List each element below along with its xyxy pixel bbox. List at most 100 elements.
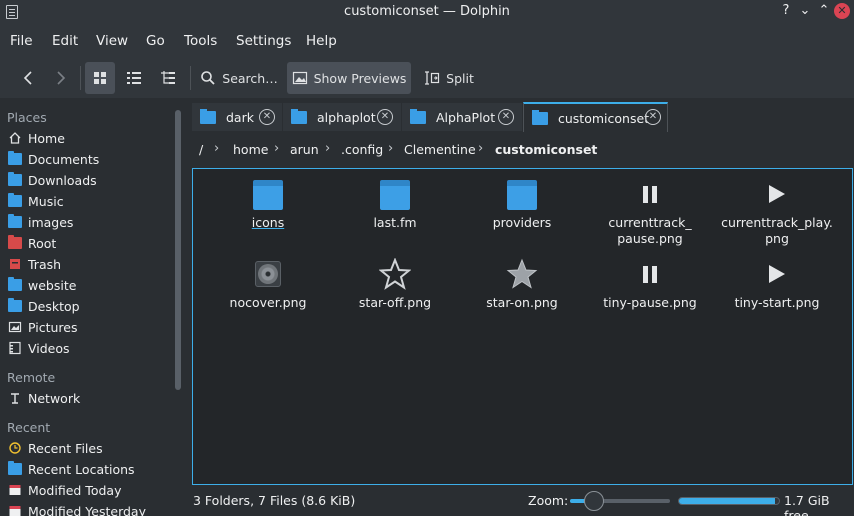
status-summary: 3 Folders, 7 Files (8.6 KiB)	[193, 493, 356, 508]
file-name: nocover.png	[229, 295, 307, 310]
sidebar-item-label: Pictures	[28, 319, 78, 335]
back-button[interactable]	[12, 62, 44, 94]
image-icon	[292, 71, 307, 85]
icons-view-button[interactable]	[85, 62, 115, 94]
folder-red-icon	[8, 235, 22, 250]
search-icon	[201, 71, 215, 85]
folder-icon	[8, 172, 22, 187]
close-tab-icon[interactable]: ✕	[259, 109, 275, 125]
breadcrumb-config[interactable]: .config	[341, 142, 383, 157]
help-button[interactable]: ?	[778, 3, 794, 19]
breadcrumb-current[interactable]: customiconset	[495, 142, 597, 157]
trash-icon	[8, 257, 22, 271]
status-bar: 3 Folders, 7 Files (8.6 KiB) Zoom: 1.7 G…	[192, 490, 854, 516]
search-button[interactable]: Search…	[198, 62, 280, 94]
menu-go[interactable]: Go	[146, 33, 165, 49]
file-item-icons[interactable]: icons	[209, 177, 327, 231]
chevron-right-icon	[57, 71, 66, 85]
sidebar-item-recent-files[interactable]: Recent Files	[8, 438, 103, 458]
chevron-right-icon[interactable]: ›	[274, 141, 279, 156]
split-button[interactable]: Split	[418, 62, 480, 94]
file-item-star-off[interactable]: star-off.png	[336, 257, 454, 311]
file-item-nocover[interactable]: nocover.png	[209, 257, 327, 311]
sidebar-item-videos[interactable]: Videos	[8, 338, 70, 358]
tab-dark[interactable]: dark ✕	[192, 103, 282, 131]
close-tab-icon[interactable]: ✕	[498, 109, 514, 125]
menu-edit[interactable]: Edit	[52, 33, 78, 49]
split-icon	[425, 71, 440, 85]
maximize-button[interactable]: ⌃	[816, 3, 832, 19]
menu-help[interactable]: Help	[306, 33, 337, 49]
breadcrumb-home[interactable]: home	[233, 142, 268, 157]
sidebar-item-label: Documents	[28, 151, 100, 167]
sidebar-item-recent-locations[interactable]: Recent Locations	[8, 459, 135, 479]
sidebar-scrollbar[interactable]	[175, 110, 181, 390]
folder-icon	[253, 180, 283, 210]
file-item-currenttrack-pause[interactable]: currenttrack_ pause.png	[591, 177, 709, 247]
sidebar-item-documents[interactable]: Documents	[8, 149, 99, 169]
sidebar-item-label: Modified Today	[28, 482, 122, 498]
sidebar-item-network[interactable]: Network	[8, 388, 80, 408]
compact-view-button[interactable]	[119, 62, 149, 94]
chevron-right-icon[interactable]: ›	[325, 141, 330, 156]
file-name: icons	[251, 215, 285, 230]
file-item-lastfm[interactable]: last.fm	[336, 177, 454, 231]
file-item-tiny-start[interactable]: tiny-start.png	[718, 257, 836, 311]
sidebar-item-modified-today[interactable]: Modified Today	[8, 480, 121, 500]
sidebar-item-downloads[interactable]: Downloads	[8, 170, 97, 190]
sidebar-item-music[interactable]: Music	[8, 191, 64, 211]
zoom-slider[interactable]	[570, 491, 670, 511]
list-icon	[127, 72, 141, 84]
tab-alphaplot-2[interactable]: AlphaPlot ✕	[402, 103, 522, 131]
menu-settings[interactable]: Settings	[236, 33, 291, 49]
sidebar-item-images[interactable]: images	[8, 212, 73, 232]
sidebar-item-website[interactable]: website	[8, 275, 76, 295]
tab-alphaplot[interactable]: alphaplot ✕	[283, 103, 401, 131]
folder-icon	[532, 109, 548, 125]
chevron-right-icon[interactable]: ›	[478, 141, 483, 156]
sidebar-item-trash[interactable]: Trash	[8, 254, 61, 274]
close-tab-icon[interactable]: ✕	[645, 109, 661, 125]
breadcrumb-arun[interactable]: arun	[290, 142, 319, 157]
zoom-slider-handle[interactable]	[584, 491, 605, 511]
videos-icon	[8, 341, 22, 355]
file-name: star-off.png	[358, 295, 432, 310]
close-button[interactable]: ✕	[834, 3, 850, 19]
breadcrumb-root[interactable]: /	[199, 142, 203, 157]
file-name: last.fm	[373, 215, 417, 230]
file-item-star-on[interactable]: star-on.png	[463, 257, 581, 311]
sidebar-item-modified-yesterday[interactable]: Modified Yesterday	[8, 501, 146, 516]
file-item-providers[interactable]: providers	[463, 177, 581, 231]
show-previews-button[interactable]: Show Previews	[287, 62, 411, 94]
window-title: customiconset — Dolphin	[344, 4, 510, 19]
folder-icon	[507, 180, 537, 210]
menu-view[interactable]: View	[96, 33, 128, 49]
details-view-button[interactable]	[153, 62, 183, 94]
chevron-right-icon[interactable]: ›	[214, 141, 219, 156]
chevron-right-icon[interactable]: ›	[388, 141, 393, 156]
title-bar: customiconset — Dolphin ? ⌄ ⌃ ✕	[0, 0, 854, 24]
sidebar-item-root[interactable]: Root	[8, 233, 56, 253]
pause-icon	[643, 185, 657, 203]
sidebar-item-home[interactable]: Home	[8, 128, 65, 148]
menu-tools[interactable]: Tools	[184, 33, 217, 49]
forward-button[interactable]	[46, 62, 76, 94]
menu-file[interactable]: File	[10, 33, 33, 49]
file-name: currenttrack_ pause.png	[608, 215, 692, 246]
folder-icon	[8, 277, 22, 292]
tab-label: dark	[226, 109, 254, 125]
sidebar-item-label: Recent Files	[28, 440, 103, 456]
minimize-button[interactable]: ⌄	[797, 3, 813, 19]
folder-icon	[8, 151, 22, 166]
toolbar-separator	[80, 66, 81, 90]
file-view[interactable]: icons last.fm providers currenttrack_ pa…	[192, 168, 853, 485]
sidebar-item-label: Home	[28, 130, 65, 146]
sidebar-item-desktop[interactable]: Desktop	[8, 296, 80, 316]
file-item-currenttrack-play[interactable]: currenttrack_play. png	[718, 177, 836, 247]
breadcrumb-clementine[interactable]: Clementine	[404, 142, 476, 157]
tab-customiconset[interactable]: customiconset ✕	[523, 102, 668, 132]
sidebar-item-pictures[interactable]: Pictures	[8, 317, 78, 337]
sidebar-item-label: images	[28, 214, 74, 230]
close-tab-icon[interactable]: ✕	[377, 109, 393, 125]
file-item-tiny-pause[interactable]: tiny-pause.png	[591, 257, 709, 311]
